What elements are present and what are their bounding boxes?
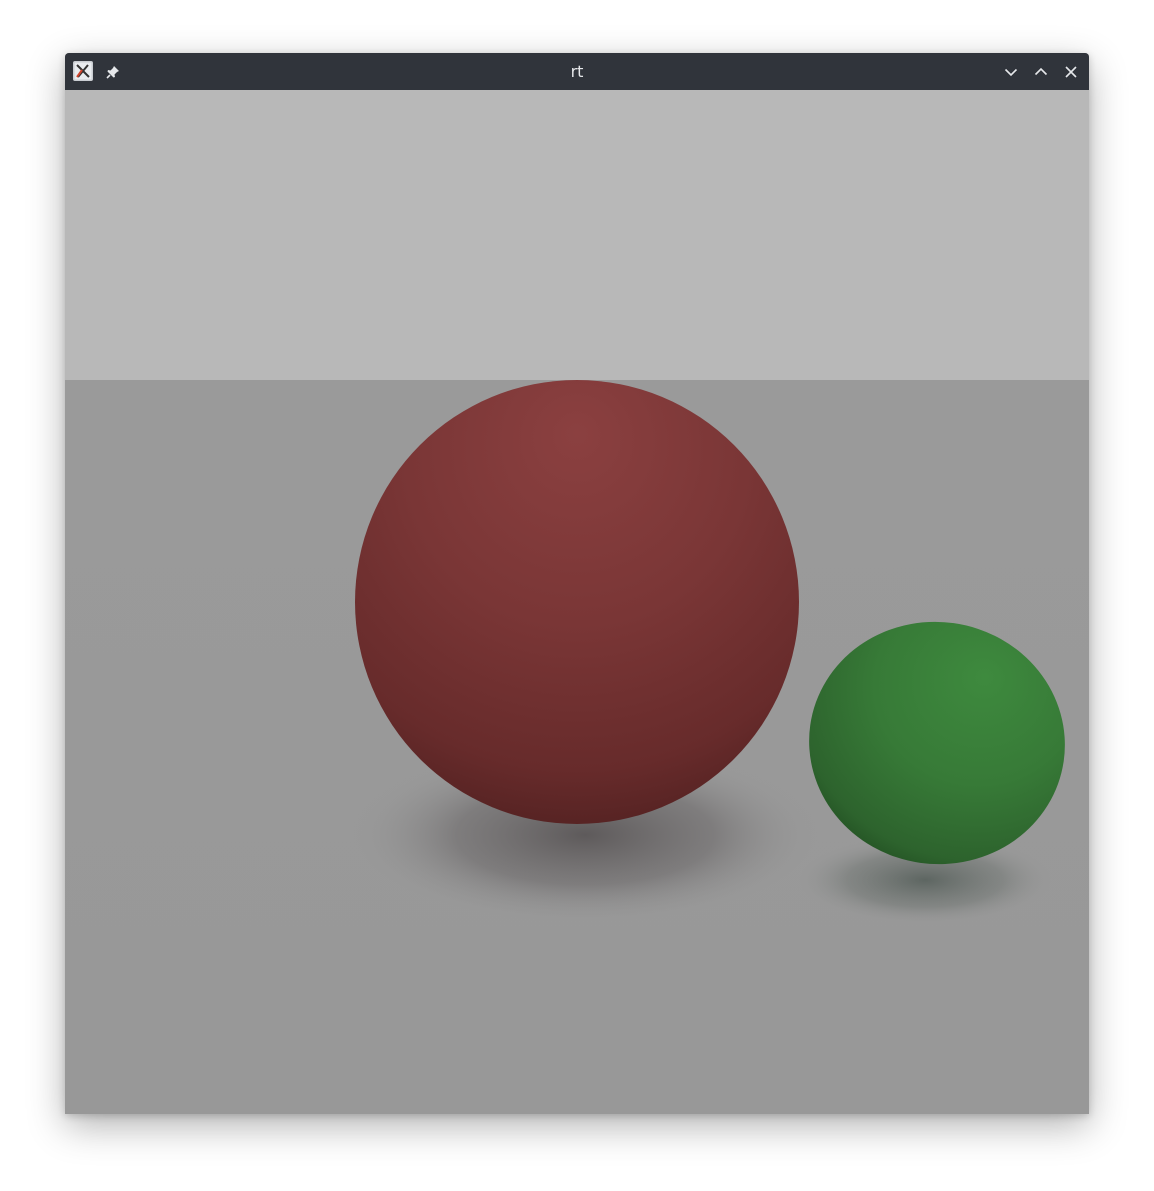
- close-icon[interactable]: [1060, 61, 1082, 83]
- render-canvas: [65, 90, 1089, 1114]
- sky: [65, 90, 1089, 380]
- title-bar[interactable]: rt: [65, 53, 1089, 90]
- chevron-up-icon[interactable]: [1030, 61, 1052, 83]
- red-sphere: [355, 380, 799, 824]
- chevron-down-icon[interactable]: [1000, 61, 1022, 83]
- window-title: rt: [570, 62, 584, 81]
- x-app-icon[interactable]: [73, 61, 93, 81]
- rendered-scene: [65, 90, 1089, 1114]
- pin-icon[interactable]: [102, 61, 124, 83]
- app-window: rt: [65, 53, 1089, 1114]
